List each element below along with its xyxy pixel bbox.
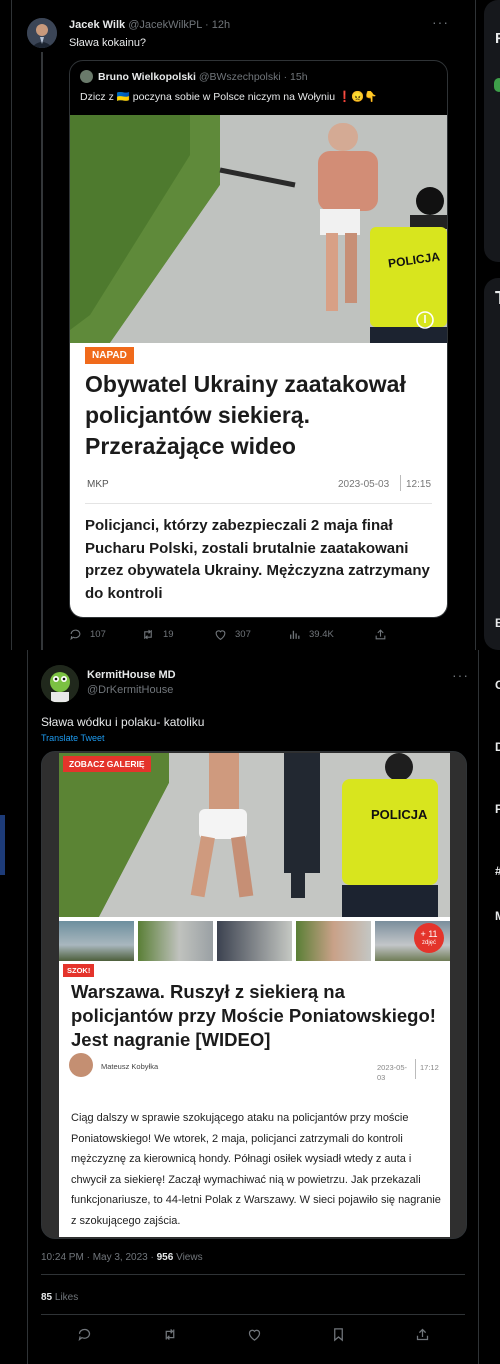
trend-item-5[interactable]: # — [495, 864, 500, 878]
reply-count: 107 — [90, 629, 106, 640]
article-time: 17:12 — [420, 1063, 439, 1072]
more-photos-count: + 11 — [420, 929, 438, 939]
bookmark-icon[interactable] — [331, 1327, 346, 1342]
quote-avatar — [80, 70, 93, 83]
article-headline: Warszawa. Ruszył z siekierą na policjant… — [71, 981, 436, 1050]
more-photos-label: zdjęć — [421, 940, 436, 946]
trend-item-2[interactable]: G — [495, 678, 500, 692]
share-icon[interactable] — [415, 1327, 430, 1342]
trend-item-6[interactable]: M — [495, 909, 500, 923]
tweet-time[interactable]: · 12h — [205, 19, 230, 31]
tweet-2[interactable]: KermitHouse MD @DrKermitHouse ··· Sława … — [27, 650, 479, 1364]
likes-stat[interactable]: 85 Likes — [41, 1292, 78, 1303]
author-name[interactable]: KermitHouse MD — [87, 669, 176, 681]
views-count: 956 — [156, 1252, 174, 1263]
retweet-button[interactable]: 19 — [141, 628, 174, 641]
translate-link[interactable]: Translate Tweet — [41, 733, 105, 743]
share-button[interactable] — [374, 628, 387, 641]
quote-header: Bruno Wielkopolski @BWszechpolski · 15h — [98, 71, 308, 83]
article-author: MKP — [87, 479, 109, 490]
retweet-icon[interactable] — [162, 1327, 178, 1342]
article-lead: Policjanci, którzy zabezpieczali 2 maja … — [85, 517, 430, 602]
reply-button[interactable]: 107 — [69, 628, 106, 641]
reply-icon[interactable] — [77, 1327, 92, 1342]
share-icon — [374, 628, 387, 641]
trends-heading-letter: T — [495, 288, 500, 309]
author-avatar — [69, 1053, 93, 1077]
article-badge: NAPAD — [85, 347, 134, 364]
article-date-line-2: 03 — [377, 1073, 386, 1082]
article-body: Ciąg dalszy w sprawie szokującego ataku … — [71, 1112, 441, 1227]
quoted-tweet[interactable]: Bruno Wielkopolski @BWszechpolski · 15h … — [69, 60, 448, 618]
more-icon[interactable]: ··· — [432, 14, 449, 30]
sidebar-green-icon — [494, 78, 500, 92]
article-screenshot[interactable]: POLICJA NAPAD Obywatel Ukrainy zaatakowa… — [70, 115, 447, 617]
like-count: 307 — [235, 629, 251, 640]
tweet-actions — [41, 1327, 465, 1343]
trend-item-1[interactable]: B — [495, 616, 500, 630]
tweet-text: Sława wódku i polaku- katoliku — [41, 715, 205, 729]
gallery-main-photo[interactable]: ZOBACZ GALERIĘ POLICJA — [59, 753, 450, 917]
trend-item-4[interactable]: F — [495, 802, 500, 816]
vest-label: POLICJA — [371, 807, 428, 822]
left-edge-panel — [0, 815, 5, 875]
article-badge: SZOK! — [63, 964, 95, 977]
gallery-thumbnail[interactable]: + 11 zdjęć — [375, 921, 450, 961]
article-date: 2023-05-03 — [338, 479, 390, 490]
article-divider — [85, 503, 432, 504]
views-count: 39.4K — [309, 629, 334, 640]
likes-count: 85 — [41, 1292, 53, 1303]
sidebar-top-letter: F — [495, 30, 500, 47]
divider — [41, 1274, 465, 1275]
heart-icon — [214, 628, 227, 641]
article-headline: Obywatel Ukrainy zaatakował policjantów … — [85, 371, 406, 459]
gallery-thumbnail[interactable] — [59, 921, 134, 961]
article-date-line-1: 2023-05- — [377, 1063, 408, 1072]
trend-item-3[interactable]: D — [495, 740, 500, 754]
avatar[interactable] — [41, 665, 79, 703]
more-icon[interactable]: ··· — [452, 667, 469, 683]
views-icon — [288, 628, 301, 641]
article-author: Mateusz Kobyłka — [101, 1062, 159, 1071]
tweet-actions: 107 19 307 39.4K — [69, 628, 439, 644]
gallery-label: ZOBACZ GALERIĘ — [63, 756, 151, 772]
thread-line — [41, 52, 43, 650]
tweet-timestamp[interactable]: 10:24 PM · May 3, 2023 · — [41, 1252, 157, 1263]
more-photos-badge[interactable]: + 11 zdjęć — [414, 923, 444, 953]
views-label: Views — [173, 1252, 203, 1263]
retweet-count: 19 — [163, 629, 174, 640]
sidebar-card-trends: T B G D F # M — [484, 278, 500, 923]
avatar[interactable] — [27, 18, 57, 48]
attached-image[interactable]: ZOBACZ GALERIĘ POLICJA + 11 zdjęć SZOK! … — [41, 751, 467, 1239]
article-date-divider — [400, 475, 401, 491]
like-button[interactable]: 307 — [214, 628, 251, 641]
views-button[interactable]: 39.4K — [288, 628, 334, 641]
article-date-divider — [415, 1059, 416, 1079]
heart-icon[interactable] — [247, 1327, 262, 1342]
divider — [41, 1314, 465, 1315]
retweet-icon — [141, 628, 155, 641]
author-handle[interactable]: @JacekWilkPL — [128, 19, 202, 31]
video-frame: POLICJA — [70, 115, 447, 343]
tweet-timestamp-line: 10:24 PM · May 3, 2023 · 956 Views — [41, 1252, 203, 1263]
gallery-thumbnails: + 11 zdjęć — [59, 921, 450, 961]
gallery-thumbnail[interactable] — [217, 921, 292, 961]
article-time: 12:15 — [406, 479, 432, 490]
tweet-header: Jacek Wilk @JacekWilkPL · 12h — [69, 19, 230, 31]
article-page: ZOBACZ GALERIĘ POLICJA + 11 zdjęć SZOK! … — [59, 753, 450, 1237]
quote-author-name: Bruno Wielkopolski — [98, 71, 196, 83]
quote-time: · 15h — [283, 71, 308, 83]
reply-icon — [69, 628, 82, 641]
sidebar-card-top: F — [484, 0, 500, 262]
tweet-text: Sława kokainu? — [69, 37, 147, 49]
gallery-thumbnail[interactable] — [296, 921, 371, 961]
tweet-1[interactable]: Jacek Wilk @JacekWilkPL · 12h ··· Sława … — [11, 0, 476, 650]
likes-label: Likes — [52, 1292, 79, 1303]
gallery-thumbnail[interactable] — [138, 921, 213, 961]
author-name[interactable]: Jacek Wilk — [69, 19, 125, 31]
quote-author-handle: @BWszechpolski — [198, 71, 281, 83]
quote-text: Dzicz z 🇺🇦 poczyna sobie w Polsce niczym… — [80, 91, 378, 103]
author-handle[interactable]: @DrKermitHouse — [87, 684, 173, 696]
